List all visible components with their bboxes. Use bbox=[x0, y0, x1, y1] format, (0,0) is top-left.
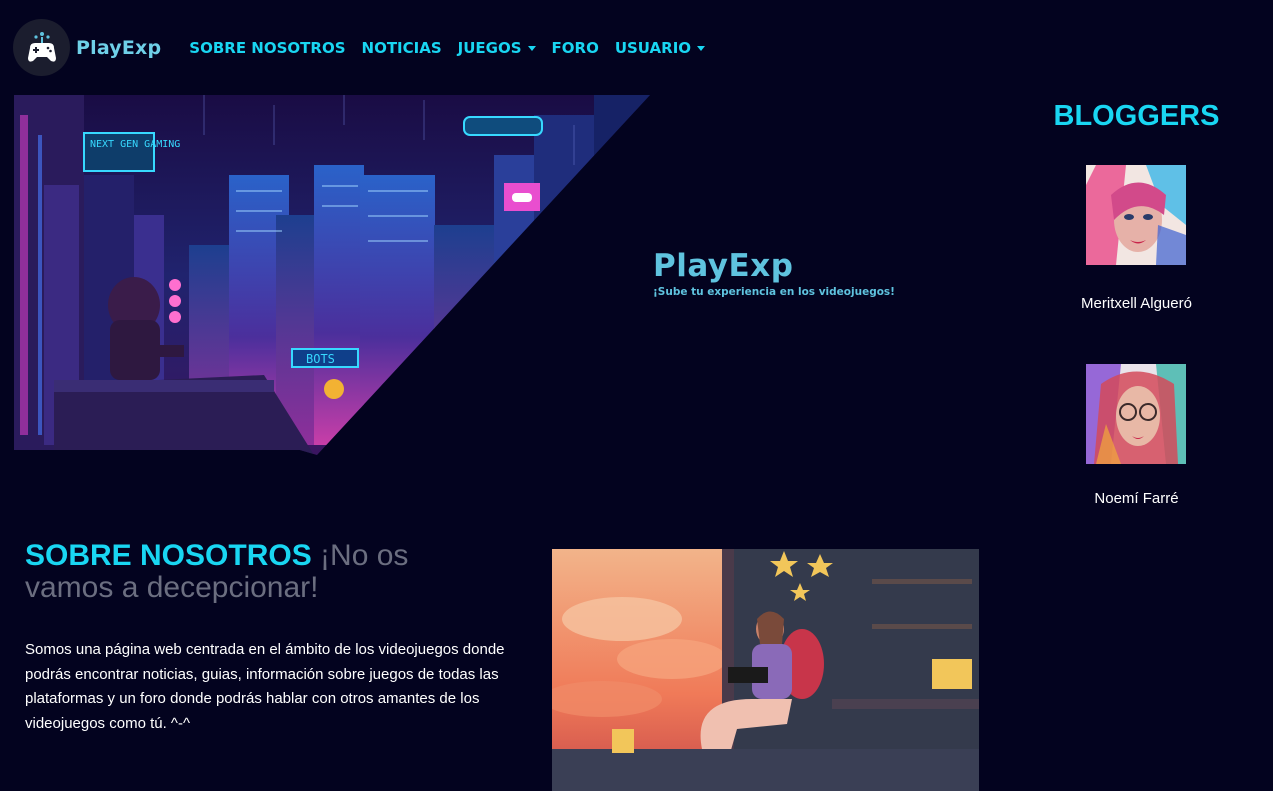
nav-juegos-dropdown[interactable]: JUEGOS bbox=[458, 39, 536, 57]
nav-label: JUEGOS bbox=[457, 38, 522, 57]
gamepad-icon bbox=[13, 19, 70, 76]
hero-logo-slogan: ¡Sube tu experiencia en los videojuegos! bbox=[653, 286, 895, 298]
bloggers-title: BLOGGERS bbox=[1053, 100, 1220, 132]
blogger-avatar bbox=[1086, 364, 1186, 464]
about-room-illustration bbox=[552, 549, 979, 791]
caret-down-icon bbox=[527, 46, 536, 51]
caret-down-icon bbox=[697, 46, 706, 51]
about-text: Somos una página web centrada en el ámbi… bbox=[25, 641, 505, 732]
nav-label: NOTICIAS bbox=[361, 38, 442, 57]
hero-city-illustration: NEXT GEN GAMING BOTS bbox=[14, 95, 654, 455]
blogger-name: Meritxell Algueró bbox=[1081, 295, 1192, 312]
navbar: PlayExp SOBRE NOSOTROS NOTICIAS JUEGOS F… bbox=[0, 0, 1273, 95]
nav-foro[interactable]: FORO bbox=[552, 39, 599, 57]
about-section: SOBRE NOSOTROS ¡No os vamos a decepciona… bbox=[25, 540, 505, 736]
hero-logo: PlayExp ¡Sube tu experiencia en los vide… bbox=[653, 248, 913, 298]
bloggers-section: BLOGGERS Meritxell Algueró Noemí Farré bbox=[1010, 95, 1263, 507]
about-heading: SOBRE NOSOTROS ¡No os vamos a decepciona… bbox=[25, 540, 505, 604]
nav-label: SOBRE NOSOTROS bbox=[189, 38, 346, 57]
nav-label: FORO bbox=[551, 38, 599, 57]
about-heading-strong: SOBRE NOSOTROS bbox=[25, 539, 312, 572]
hero-logo-title: PlayExp bbox=[653, 248, 794, 284]
blogger-avatar bbox=[1086, 165, 1186, 265]
nav-usuario-dropdown[interactable]: USUARIO bbox=[614, 38, 706, 57]
nav-label: USUARIO bbox=[614, 38, 692, 57]
brand-link[interactable]: PlayExp bbox=[13, 19, 161, 76]
nav-noticias[interactable]: NOTICIAS bbox=[362, 39, 442, 57]
brand-name: PlayExp bbox=[76, 36, 162, 59]
nav-menu: SOBRE NOSOTROS NOTICIAS JUEGOS FORO USUA… bbox=[189, 39, 721, 57]
nav-sobre-nosotros[interactable]: SOBRE NOSOTROS bbox=[189, 39, 345, 57]
blogger-name: Noemí Farré bbox=[1094, 490, 1179, 507]
neon-sign-text: NEXT GEN GAMING bbox=[90, 139, 180, 150]
bots-sign-text: BOTS bbox=[306, 352, 335, 366]
